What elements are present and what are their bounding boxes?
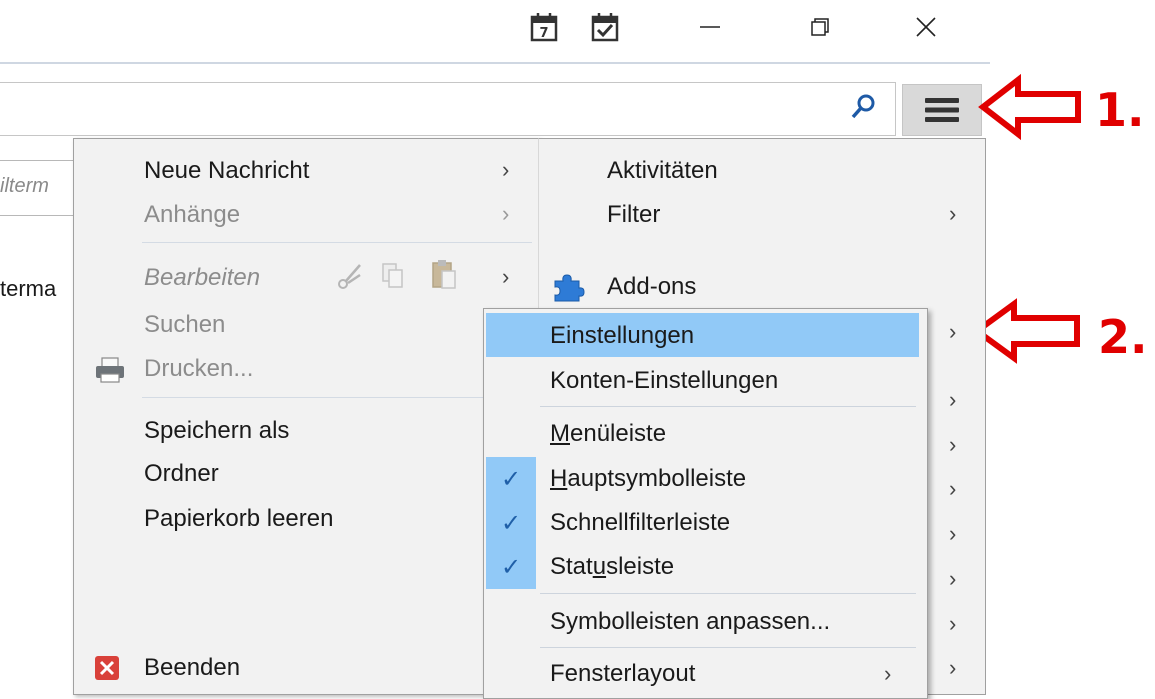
submenu-item-quick-filter-bar[interactable]: Schnellfilterleiste <box>550 508 730 538</box>
submenu-item-account-settings[interactable]: Konten-Einstellungen <box>550 366 778 396</box>
submenu-item-customize-toolbars[interactable]: Symbolleisten anpassen... <box>550 607 830 637</box>
menu-separator <box>540 593 916 594</box>
menu-item-activities[interactable]: Aktivitäten <box>607 156 718 186</box>
app-menu-panel: Neue Nachricht › Anhänge › Bearbeiten › … <box>73 138 540 695</box>
accelerator-key: M <box>550 420 570 447</box>
chevron-right-icon: › <box>949 201 957 226</box>
calendar-icon[interactable]: 7 <box>530 12 558 42</box>
menu-item-save-as[interactable]: Speichern als <box>144 416 289 446</box>
annotation-label-1: 1. <box>1095 83 1145 137</box>
quit-icon <box>94 655 120 686</box>
chevron-right-icon: › <box>949 521 957 546</box>
submenu-item-settings[interactable]: Einstellungen <box>550 321 694 351</box>
accelerator-key: H <box>550 465 568 492</box>
svg-text:7: 7 <box>539 26 548 41</box>
close-button[interactable] <box>906 12 946 42</box>
maximize-button[interactable] <box>800 12 840 42</box>
search-icon[interactable] <box>848 92 878 127</box>
chevron-right-icon: › <box>502 157 510 182</box>
search-input[interactable] <box>0 82 896 136</box>
submenu-item-window-layout[interactable]: Fensterlayout <box>550 659 695 689</box>
label-prefix: Stat <box>550 553 593 580</box>
chevron-right-icon: › <box>949 655 957 680</box>
menu-item-quit[interactable]: Beenden <box>144 653 240 683</box>
chevron-right-icon: › <box>502 201 510 226</box>
menu-item-attachments[interactable]: Anhänge <box>144 200 240 230</box>
tasks-icon[interactable] <box>591 12 619 42</box>
chevron-right-icon: › <box>949 476 957 501</box>
title-bar <box>0 0 1155 62</box>
label-rest: auptsymbolleiste <box>567 465 747 492</box>
submenu-item-main-toolbar[interactable]: Hauptsymbolleiste <box>550 464 746 494</box>
submenu-item-menubar[interactable]: Menüleiste <box>550 419 666 449</box>
checkmark-icon: ✓ <box>486 457 536 501</box>
annotation-arrow-1 <box>978 72 1088 147</box>
menu-separator <box>142 242 532 243</box>
menu-separator <box>540 406 916 407</box>
menu-item-empty-trash[interactable]: Papierkorb leeren <box>144 504 333 534</box>
toolbar-divider <box>0 62 990 64</box>
printer-icon <box>94 356 126 389</box>
paste-icon[interactable] <box>430 257 458 296</box>
menu-separator <box>142 397 532 398</box>
background-list-text: terma <box>0 276 57 301</box>
filter-placeholder: ilterm <box>0 175 49 197</box>
options-submenu: Einstellungen Konten-Einstellungen Menül… <box>483 308 928 699</box>
chevron-right-icon: › <box>949 319 957 344</box>
checkmark-icon: ✓ <box>486 501 536 545</box>
chevron-right-icon: › <box>949 432 957 457</box>
hamburger-icon <box>925 98 959 122</box>
chevron-right-icon: › <box>502 264 510 289</box>
chevron-right-icon: › <box>949 611 957 636</box>
label-rest: sleiste <box>606 553 675 580</box>
menu-separator <box>540 647 916 648</box>
label-rest: enüleiste <box>570 420 667 447</box>
chevron-right-icon: › <box>949 566 957 591</box>
menu-item-folder[interactable]: Ordner <box>144 459 219 489</box>
copy-icon[interactable] <box>380 261 406 296</box>
menu-item-new-message[interactable]: Neue Nachricht <box>144 156 309 186</box>
menu-item-print[interactable]: Drucken... <box>144 354 253 384</box>
puzzle-piece-icon <box>551 271 587 308</box>
chevron-right-icon: › <box>949 387 957 412</box>
menu-item-edit[interactable]: Bearbeiten <box>144 263 260 293</box>
minimize-button[interactable] <box>690 12 730 42</box>
menu-item-addons[interactable]: Add-ons <box>607 272 696 302</box>
accelerator-key: u <box>592 553 607 580</box>
annotation-arrow-2 <box>971 296 1087 371</box>
cut-icon[interactable] <box>336 261 364 296</box>
menu-item-filter[interactable]: Filter <box>607 200 660 230</box>
annotation-label-2: 2. <box>1098 310 1148 364</box>
app-menu-button[interactable] <box>902 84 982 136</box>
chevron-right-icon: › <box>884 661 892 686</box>
menu-item-search[interactable]: Suchen <box>144 310 225 340</box>
quick-filter-input[interactable]: ilterm <box>0 160 80 216</box>
checkmark-icon: ✓ <box>486 545 536 589</box>
submenu-item-status-bar[interactable]: Statusleiste <box>550 552 674 582</box>
